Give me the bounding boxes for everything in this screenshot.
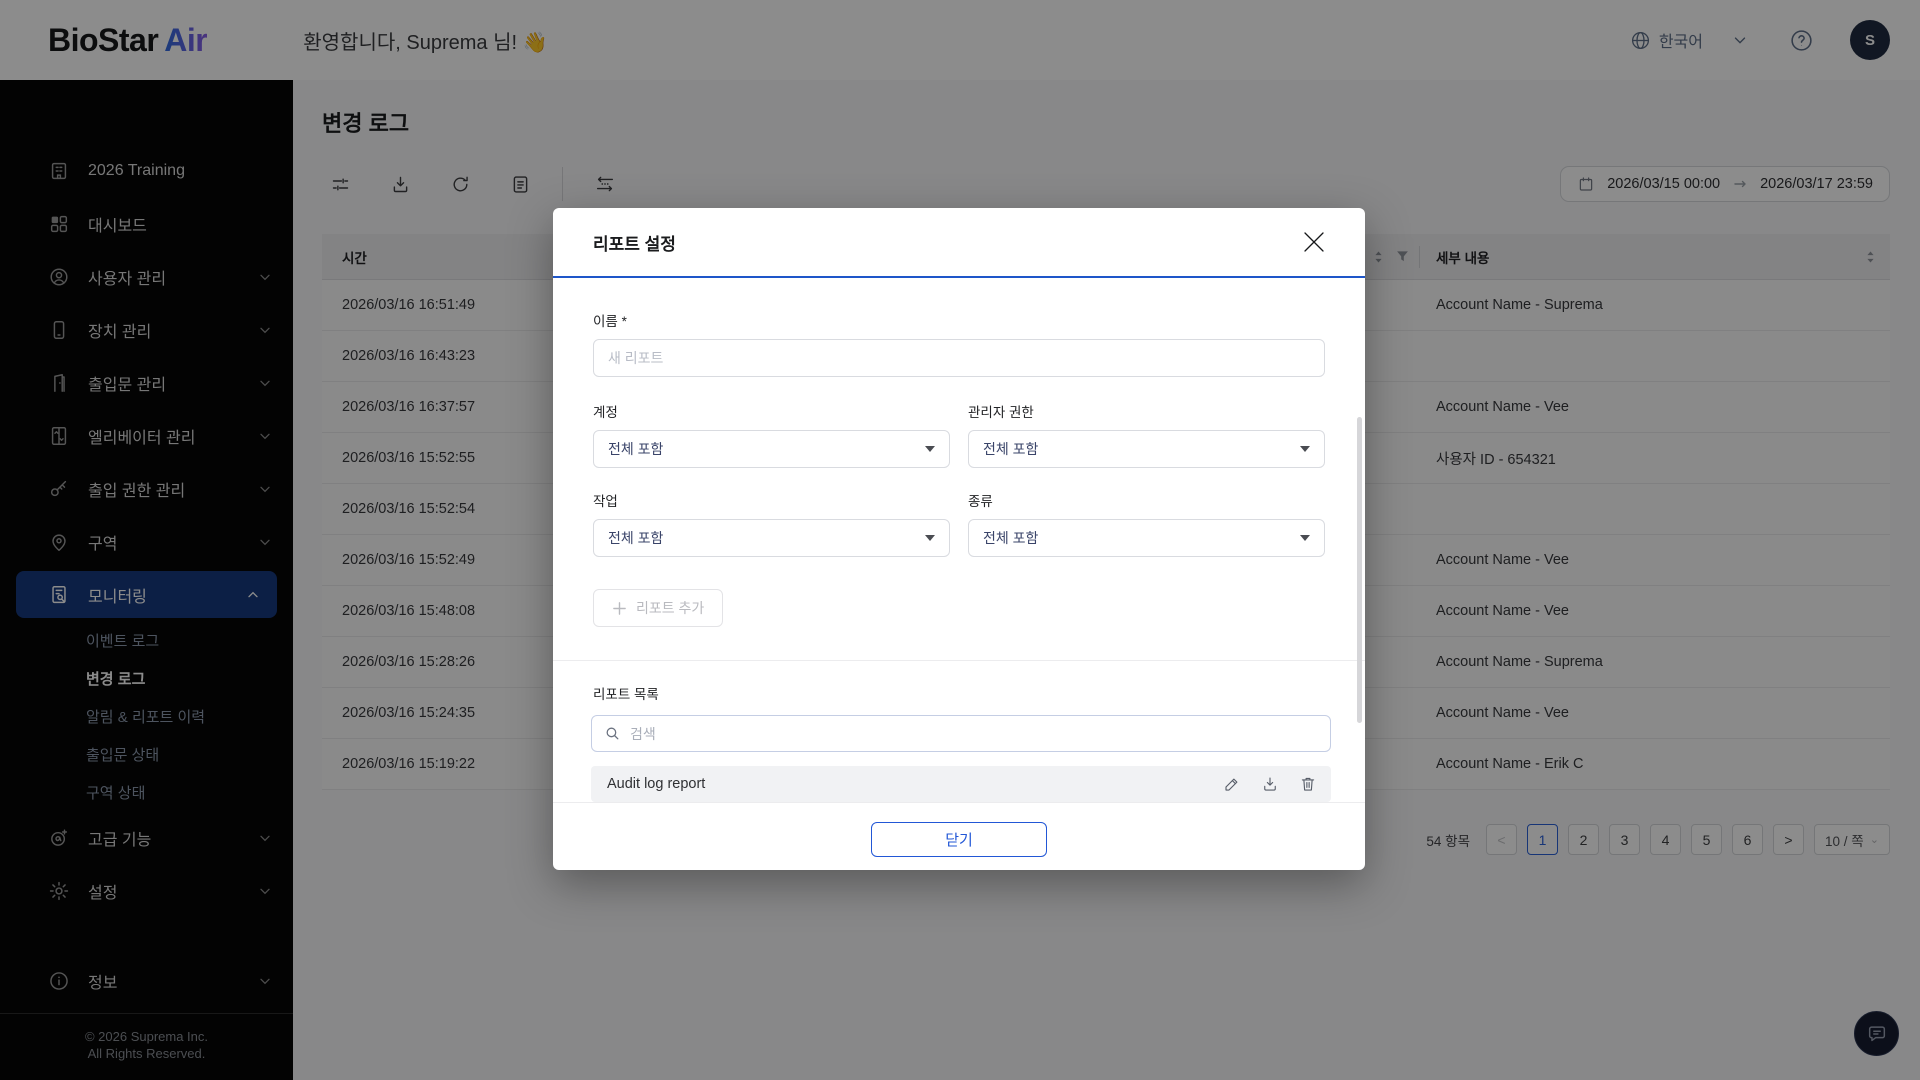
name-field-label: 이름 * [593, 314, 627, 329]
modal-scrollbar[interactable] [1357, 417, 1362, 723]
modal-body: 이름 * 계정 전체 포함 관리자 권한 전체 포함 [553, 278, 1365, 802]
caret-down-icon [1300, 535, 1310, 541]
type-field: 종류 전체 포함 [968, 490, 1325, 557]
report-search [591, 715, 1331, 752]
caret-down-icon [925, 446, 935, 452]
report-settings-modal: 리포트 설정 이름 * 계정 전체 포함 관리자 권한 [553, 208, 1365, 870]
close-icon [1302, 230, 1326, 254]
account-field-label: 계정 [593, 405, 618, 420]
screen: BioStar Air 환영합니다, Suprema 님! 👋 한국어 S 202… [0, 0, 1920, 1080]
select-value: 전체 포함 [983, 530, 1039, 546]
admin-permission-select[interactable]: 전체 포함 [968, 430, 1325, 468]
modal-close-button[interactable]: 닫기 [871, 822, 1047, 857]
select-value: 전체 포함 [608, 441, 664, 457]
edit-button[interactable] [1223, 775, 1241, 793]
report-row-actions [1223, 775, 1317, 793]
trash-icon [1299, 775, 1317, 793]
select-value: 전체 포함 [983, 441, 1039, 457]
modal-title: 리포트 설정 [593, 234, 676, 254]
delete-button[interactable] [1299, 775, 1317, 793]
filter-fields: 계정 전체 포함 관리자 권한 전체 포함 작업 전체 포함 종류 전체 포함 [593, 401, 1325, 557]
caret-down-icon [1300, 446, 1310, 452]
report-name: Audit log report [607, 776, 706, 792]
action-field-label: 작업 [593, 494, 618, 509]
report-list-item[interactable]: Audit log report [591, 766, 1331, 802]
add-report-label: 리포트 추가 [636, 600, 705, 616]
search-input[interactable] [630, 725, 1318, 742]
action-select[interactable]: 전체 포함 [593, 519, 950, 557]
admin-permission-field-label: 관리자 권한 [968, 405, 1034, 420]
section-divider [553, 660, 1365, 661]
download-icon [1261, 775, 1279, 793]
report-list-label: 리포트 목록 [593, 687, 659, 702]
account-field: 계정 전체 포함 [593, 401, 950, 468]
report-name-input[interactable] [593, 339, 1325, 377]
action-field: 작업 전체 포함 [593, 490, 950, 557]
select-value: 전체 포함 [608, 530, 664, 546]
account-select[interactable]: 전체 포함 [593, 430, 950, 468]
modal-footer: 닫기 [553, 802, 1365, 876]
caret-down-icon [925, 535, 935, 541]
search-icon [604, 725, 621, 742]
type-field-label: 종류 [968, 494, 993, 509]
admin-permission-field: 관리자 권한 전체 포함 [968, 401, 1325, 468]
plus-icon [612, 601, 627, 616]
download-report-button[interactable] [1261, 775, 1279, 793]
close-button[interactable] [1299, 227, 1329, 257]
pencil-icon [1223, 775, 1241, 793]
type-select[interactable]: 전체 포함 [968, 519, 1325, 557]
modal-header: 리포트 설정 [553, 208, 1365, 278]
add-report-button[interactable]: 리포트 추가 [593, 589, 724, 627]
